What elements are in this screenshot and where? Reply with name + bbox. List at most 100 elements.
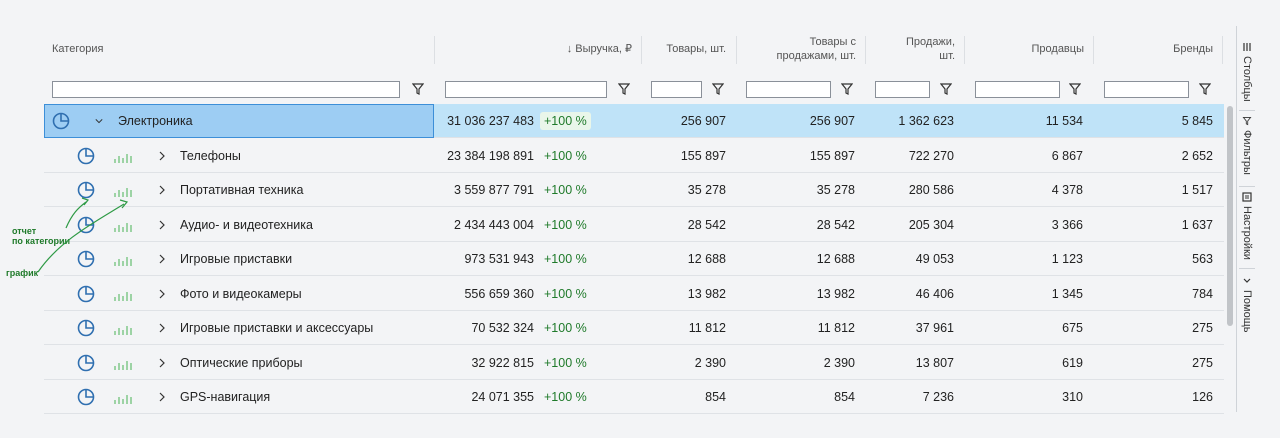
filter-icon[interactable] <box>618 82 630 96</box>
table-row[interactable]: Портативная техника 3 559 877 791 +100 % 35… <box>44 173 1224 207</box>
sidebar-help-label: Помощь <box>1241 290 1253 333</box>
table-row[interactable]: GPS-навигация 24 071 355 +100 % 854 854 7 236… <box>44 380 1224 414</box>
table-row[interactable]: Игровые приставки и аксессуары 70 532 324… <box>44 311 1224 345</box>
chevron-down-icon[interactable] <box>95 116 103 126</box>
sidebar-item-settings[interactable]: Настройки <box>1237 192 1257 260</box>
bar-chart-icon[interactable] <box>113 217 133 233</box>
category-table: Категория ↓ Выручка, ₽ Товары, шт. Товар… <box>44 22 1224 414</box>
sidebar-item-help[interactable]: Помощь <box>1237 276 1257 333</box>
sales-value: 7 236 <box>922 390 954 404</box>
header-goods[interactable]: Товары, шт. <box>644 22 726 76</box>
header-goods-sold-line1: Товары с <box>809 36 856 48</box>
bar-chart-icon[interactable] <box>113 182 133 198</box>
chevron-right-icon[interactable] <box>158 358 166 368</box>
pie-report-icon[interactable] <box>77 250 95 268</box>
header-goods-sold[interactable]: Товары с продажами, шт. <box>744 22 856 76</box>
goods-sold-value: 11 812 <box>817 321 855 335</box>
table-row[interactable]: Телефоны 23 384 198 891 +100 % 155 897 155 8… <box>44 139 1224 173</box>
chevron-down-icon <box>1243 278 1251 283</box>
goods-filter-input[interactable] <box>651 81 702 98</box>
pie-report-icon[interactable] <box>77 216 95 234</box>
table-row[interactable]: Игровые приставки 973 531 943 +100 % 12 688… <box>44 242 1224 276</box>
table-row[interactable]: Электроника 31 036 237 483 +100 % 256 90… <box>44 104 1224 138</box>
header-category[interactable]: Категория <box>52 22 432 76</box>
brands-filter-input[interactable] <box>1104 81 1189 98</box>
sellers-value: 11 534 <box>1045 114 1083 128</box>
filter-icon[interactable] <box>1199 82 1211 96</box>
goods-sold-value: 155 897 <box>809 148 855 163</box>
columns-icon <box>1243 43 1251 51</box>
chevron-right-icon[interactable] <box>158 220 166 230</box>
revenue-value: 24 071 355 <box>471 390 534 404</box>
category-filter-input[interactable] <box>52 81 400 98</box>
header-sales-line1: Продажи, <box>906 36 955 48</box>
filter-icon[interactable] <box>1069 82 1081 96</box>
brands-value: 1 637 <box>1181 217 1213 232</box>
goods-sold-value: 12 688 <box>816 252 855 266</box>
pie-report-icon[interactable] <box>77 285 95 303</box>
filter-row <box>44 76 1224 104</box>
sales-filter-input[interactable] <box>875 81 930 98</box>
revenue-value: 973 531 943 <box>464 252 534 266</box>
header-revenue[interactable]: ↓ Выручка, ₽ <box>444 22 632 76</box>
filter-icon[interactable] <box>841 82 853 96</box>
sales-value: 722 270 <box>908 148 954 163</box>
sellers-filter-input[interactable] <box>975 81 1060 98</box>
header-revenue-label: ↓ Выручка, ₽ <box>566 43 632 55</box>
category-name: Электроника <box>118 114 193 128</box>
vertical-scrollbar-thumb[interactable] <box>1227 106 1233 326</box>
chevron-right-icon[interactable] <box>158 323 166 333</box>
pie-report-icon[interactable] <box>77 147 95 165</box>
table-row[interactable]: Фото и видеокамеры 556 659 360 +100 % 13 98… <box>44 277 1224 311</box>
sidebar-item-columns[interactable]: Столбцы <box>1237 42 1257 102</box>
sales-value: 1 362 623 <box>898 114 954 128</box>
bar-chart-icon[interactable] <box>113 286 133 302</box>
bar-chart-icon[interactable] <box>113 251 133 267</box>
header-sellers[interactable]: Продавцы <box>974 22 1085 76</box>
filter-icon[interactable] <box>940 82 952 96</box>
bar-chart-icon[interactable] <box>113 355 133 371</box>
revenue-value: 32 922 815 <box>471 355 534 370</box>
goods-sold-value: 13 982 <box>816 286 855 301</box>
revenue-delta: +100 % <box>544 252 587 266</box>
bar-chart-icon[interactable] <box>113 148 133 164</box>
revenue-filter-input[interactable] <box>445 81 607 98</box>
chevron-right-icon[interactable] <box>158 185 166 195</box>
goods-sold-value: 2 390 <box>823 355 855 370</box>
goods-sold-value: 28 542 <box>816 217 855 232</box>
header-sales-line2: шт. <box>939 50 955 62</box>
pie-report-icon[interactable] <box>77 388 95 406</box>
filter-icon[interactable] <box>412 82 424 96</box>
filter-icon[interactable] <box>712 82 724 96</box>
header-brands[interactable]: Бренды <box>1104 22 1213 76</box>
revenue-delta: +100 % <box>544 321 587 335</box>
brands-value: 275 <box>1192 321 1213 335</box>
annotation-report-line1: отчет <box>12 226 37 236</box>
pie-report-icon[interactable] <box>52 112 70 130</box>
header-sales[interactable]: Продажи, шт. <box>874 22 955 76</box>
table-row[interactable]: Аудио- и видеотехника 2 434 443 004 +100 %… <box>44 208 1224 242</box>
sales-value: 46 406 <box>915 286 954 301</box>
chevron-right-icon[interactable] <box>158 151 166 161</box>
category-name: Игровые приставки <box>180 252 293 266</box>
revenue-value: 2 434 443 004 <box>454 217 534 232</box>
pie-report-icon[interactable] <box>77 354 95 372</box>
sidebar-item-filters[interactable]: Фильтры <box>1237 116 1257 175</box>
pie-report-icon[interactable] <box>77 319 95 337</box>
table-row[interactable]: Оптические приборы 32 922 815 +100 % 2 390 2… <box>44 346 1224 380</box>
revenue-value: 23 384 198 891 <box>447 148 534 163</box>
revenue-delta: +100 % <box>544 217 587 232</box>
chevron-right-icon[interactable] <box>158 254 166 264</box>
bar-chart-icon[interactable] <box>113 389 133 405</box>
revenue-delta: +100 % <box>544 286 587 301</box>
brands-value: 2 652 <box>1181 148 1213 163</box>
settings-icon <box>1242 192 1252 202</box>
chevron-right-icon[interactable] <box>158 289 166 299</box>
bar-chart-icon[interactable] <box>113 320 133 336</box>
chevron-right-icon[interactable] <box>158 392 166 402</box>
goods-value: 155 897 <box>680 148 726 163</box>
pie-report-icon[interactable] <box>77 181 95 199</box>
category-name: Телефоны <box>180 148 241 163</box>
goods-sold-filter-input[interactable] <box>746 81 831 98</box>
header-category-label: Категория <box>52 43 104 55</box>
